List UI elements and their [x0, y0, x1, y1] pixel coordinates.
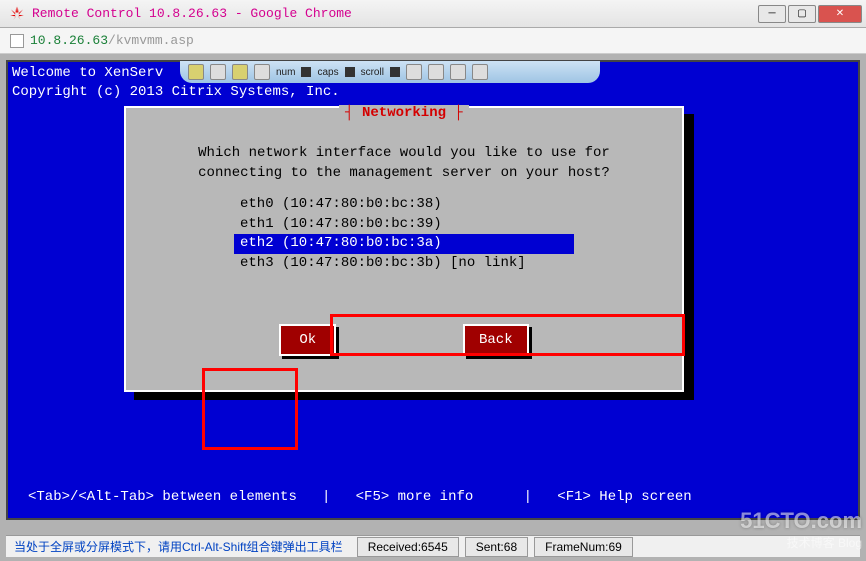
- page-icon: [10, 34, 24, 48]
- caps-indicator: caps: [317, 67, 338, 78]
- scroll-indicator: scroll: [361, 67, 384, 78]
- tool-icon[interactable]: [428, 64, 444, 80]
- status-sent: Sent:68: [465, 537, 528, 557]
- num-led-icon: [301, 67, 311, 77]
- maximize-button[interactable]: ▢: [788, 5, 816, 23]
- dialog-prompt-1: Which network interface would you like t…: [150, 144, 658, 164]
- status-received: Received:6545: [357, 537, 459, 557]
- window-title: Remote Control 10.8.26.63 - Google Chrom…: [32, 6, 758, 21]
- status-bar: 当处于全屏或分屏模式下，请用Ctrl-Alt-Shift组合键弹出工具栏 Rec…: [6, 535, 860, 557]
- close-button[interactable]: ✕: [818, 5, 862, 23]
- status-message: 当处于全屏或分屏模式下，请用Ctrl-Alt-Shift组合键弹出工具栏: [6, 538, 351, 555]
- interface-option-eth1[interactable]: eth1 (10:47:80:b0:bc:39): [234, 215, 574, 235]
- scroll-led-icon: [390, 67, 400, 77]
- window-titlebar: Remote Control 10.8.26.63 - Google Chrom…: [0, 0, 866, 28]
- huawei-logo-icon: [8, 5, 26, 23]
- power-icon[interactable]: [450, 64, 466, 80]
- interface-list[interactable]: eth0 (10:47:80:b0:bc:38) eth1 (10:47:80:…: [234, 195, 574, 273]
- kvm-toolbar: num caps scroll: [180, 61, 600, 83]
- back-button[interactable]: Back: [463, 324, 529, 356]
- networking-dialog: ┤ Networking ├ Which network interface w…: [124, 106, 684, 392]
- keyboard-icon[interactable]: [232, 64, 248, 80]
- status-frame: FrameNum:69: [534, 537, 633, 557]
- minimize-button[interactable]: ─: [758, 5, 786, 23]
- interface-option-eth2[interactable]: eth2 (10:47:80:b0:bc:3a): [234, 234, 574, 254]
- window-controls: ─ ▢ ✕: [758, 5, 862, 23]
- interface-option-eth0[interactable]: eth0 (10:47:80:b0:bc:38): [234, 195, 574, 215]
- toolbar-icon-1[interactable]: [188, 64, 204, 80]
- interface-option-eth3[interactable]: eth3 (10:47:80:b0:bc:3b) [no link]: [234, 254, 574, 274]
- fullscreen-icon[interactable]: [254, 64, 270, 80]
- dialog-prompt-2: connecting to the management server on y…: [150, 164, 658, 184]
- ok-button[interactable]: Ok: [279, 324, 336, 356]
- cd-icon[interactable]: [406, 64, 422, 80]
- url-bar[interactable]: 10.8.26.63/kvmvmm.asp: [0, 28, 866, 54]
- url-host: 10.8.26.63: [30, 33, 108, 48]
- url-path: /kvmvmm.asp: [108, 33, 194, 48]
- caps-led-icon: [345, 67, 355, 77]
- num-indicator: num: [276, 67, 295, 78]
- help-line: <Tab>/<Alt-Tab> between elements | <F5> …: [28, 488, 692, 507]
- dialog-title: ┤ Networking ├: [339, 105, 469, 121]
- toolbar-icon-2[interactable]: [210, 64, 226, 80]
- help-icon[interactable]: [472, 64, 488, 80]
